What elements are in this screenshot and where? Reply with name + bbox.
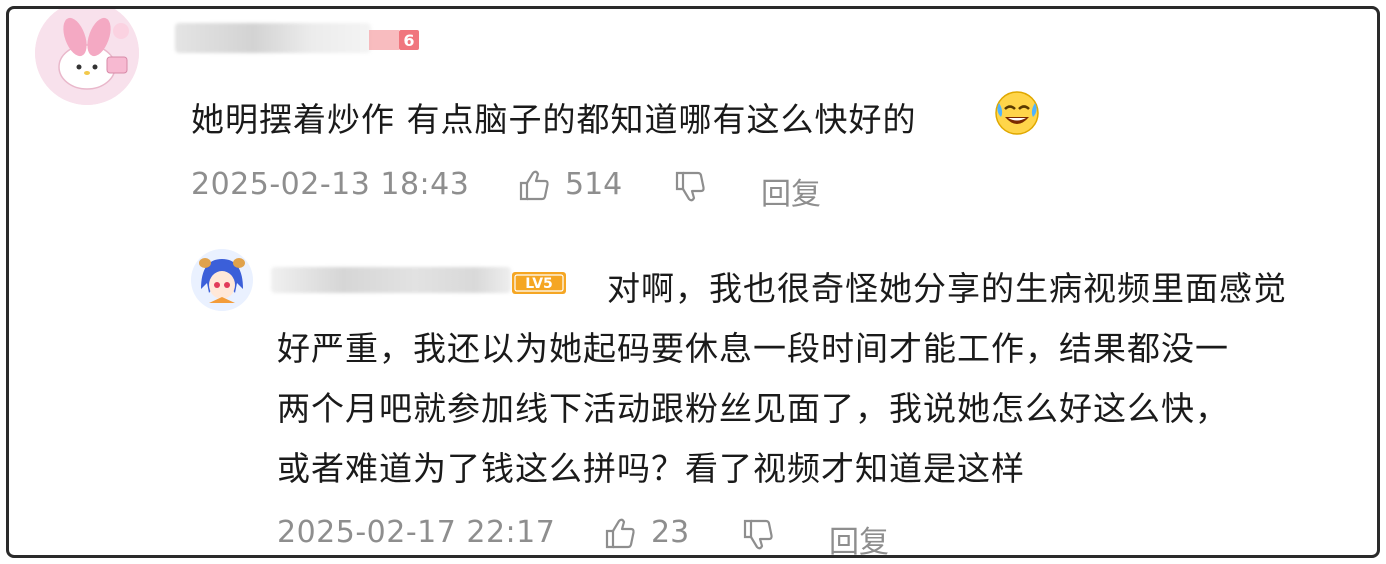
like-count: 514 — [565, 167, 623, 202]
reply-line: 或者难道为了钱这么拼吗？看了视频才知道是这样 — [277, 449, 1025, 488]
laughing-crying-emoji-icon — [993, 89, 1041, 137]
reply-button[interactable]: 回复 — [761, 169, 821, 213]
comment-text: 她明摆着炒作 有点脑子的都知道哪有这么快好的 — [191, 100, 917, 139]
level-badge: 6 — [369, 27, 421, 53]
avatar-anime-girl-icon — [191, 249, 253, 311]
reply-thumbs-up-icon[interactable] — [603, 515, 639, 551]
reply-thumbs-down-icon[interactable] — [741, 517, 777, 553]
level-number: 6 — [403, 31, 414, 50]
reply-line: 对啊，我也很奇怪她分享的生病视频里面感觉 — [607, 269, 1287, 308]
comment-meta: 2025-02-13 18:43 514 回复 — [191, 167, 891, 212]
reply-timestamp: 2025-02-17 22:17 — [277, 515, 556, 550]
reply-text: 对啊，我也很奇怪她分享的生病视频里面感觉 好严重，我还以为她起码要休息一段时间才… — [277, 259, 1357, 499]
reply-like-count: 23 — [651, 515, 690, 550]
comment-timestamp: 2025-02-13 18:43 — [191, 167, 470, 202]
thumbs-up-icon[interactable] — [517, 167, 553, 203]
reply-user-avatar[interactable] — [191, 249, 253, 311]
watermark — [957, 529, 1377, 555]
reply-meta: 2025-02-17 22:17 23 回复 — [277, 515, 977, 555]
user-avatar[interactable] — [35, 9, 139, 105]
comment-card: 6 她明摆着炒作 有点脑子的都知道哪有这么快好的 2025-02-13 18:4… — [6, 6, 1380, 558]
reply-reply-button[interactable]: 回复 — [829, 517, 889, 555]
reply-line: 好严重，我还以为她起码要休息一段时间才能工作，结果都没一 — [277, 329, 1229, 368]
thumbs-down-icon[interactable] — [673, 169, 709, 205]
reply-line: 两个月吧就参加线下活动跟粉丝见面了，我说她怎么好这么快， — [277, 389, 1229, 428]
username-blurred[interactable] — [175, 23, 371, 53]
avatar-mymelody-icon — [35, 9, 139, 105]
